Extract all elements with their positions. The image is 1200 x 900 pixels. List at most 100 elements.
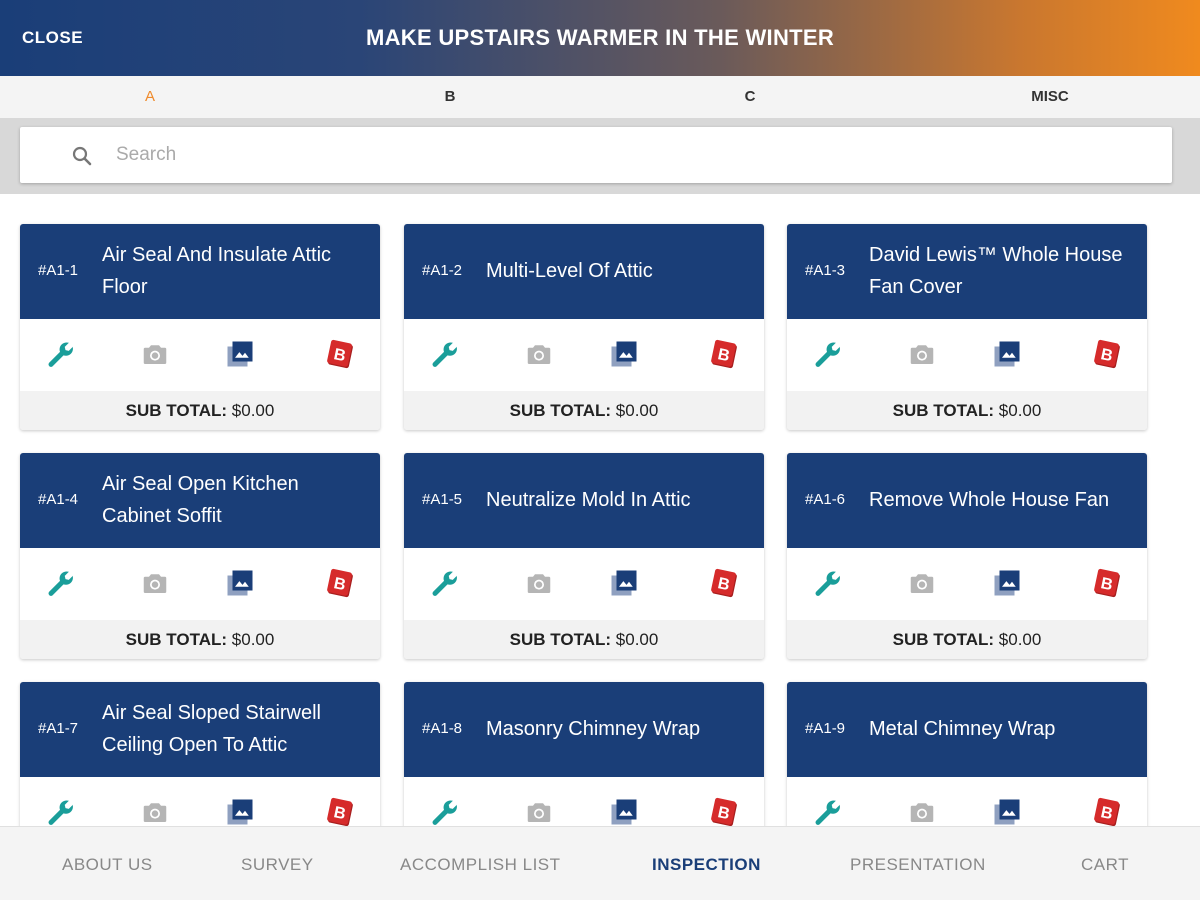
item-title: Air Seal Sloped Stairwell Ceiling Open T… — [102, 702, 321, 756]
b-badge-icon[interactable]: B — [1092, 568, 1122, 598]
nav-about-us[interactable]: ABOUT US — [62, 855, 153, 875]
item-card[interactable]: #A1-1 Air Seal And Insulate Attic Floor B S… — [20, 224, 380, 430]
subtotal-label: SUB TOTAL: — [509, 630, 612, 649]
item-code: #A1-5 — [422, 491, 463, 508]
subtotal-row: SUB TOTAL: $0.00 — [787, 391, 1147, 430]
camera-icon[interactable] — [140, 568, 170, 598]
tab-b[interactable]: B — [300, 76, 600, 118]
subtotal-row: SUB TOTAL: $0.00 — [20, 620, 380, 659]
gallery-icon[interactable] — [225, 568, 255, 598]
card-header[interactable]: #A1-1 Air Seal And Insulate Attic Floor — [20, 224, 380, 319]
item-code: #A1-8 — [422, 720, 463, 737]
card-header[interactable]: #A1-4 Air Seal Open Kitchen Cabinet Soffi… — [20, 453, 380, 548]
b-badge-icon[interactable]: B — [709, 568, 739, 598]
wrench-icon[interactable] — [430, 797, 460, 827]
card-header[interactable]: #A1-5 Neutralize Mold In Attic — [404, 453, 764, 548]
subtotal-label: SUB TOTAL: — [125, 630, 228, 649]
card-actions: B — [787, 319, 1147, 391]
subtotal-value: $0.00 — [998, 401, 1042, 420]
wrench-icon[interactable] — [46, 797, 76, 827]
wrench-icon[interactable] — [430, 568, 460, 598]
item-card[interactable]: #A1-6 Remove Whole House Fan B SUB TOTAL: $… — [787, 453, 1147, 659]
item-title: Air Seal Open Kitchen Cabinet Soffit — [102, 473, 299, 527]
wrench-icon[interactable] — [813, 797, 843, 827]
b-badge-icon[interactable]: B — [1092, 797, 1122, 827]
gallery-icon[interactable] — [609, 797, 639, 827]
b-badge-icon[interactable]: B — [325, 568, 355, 598]
nav-cart[interactable]: CART — [1081, 855, 1129, 875]
card-header[interactable]: #A1-2 Multi-Level Of Attic — [404, 224, 764, 319]
wrench-icon[interactable] — [46, 339, 76, 369]
tab-misc[interactable]: MISC — [900, 76, 1200, 118]
gallery-icon[interactable] — [609, 568, 639, 598]
item-code: #A1-2 — [422, 262, 463, 279]
item-title: David Lewis™ Whole House Fan Cover — [869, 244, 1123, 298]
camera-icon[interactable] — [140, 339, 170, 369]
b-badge-icon[interactable]: B — [325, 339, 355, 369]
card-header[interactable]: #A1-3 David Lewis™ Whole House Fan Cover — [787, 224, 1147, 319]
camera-icon[interactable] — [140, 797, 170, 827]
camera-icon[interactable] — [524, 568, 554, 598]
tab-c[interactable]: C — [600, 76, 900, 118]
item-title: Multi-Level Of Attic — [486, 260, 653, 282]
search-input[interactable] — [116, 137, 1116, 173]
search-box[interactable] — [20, 127, 1172, 183]
item-card[interactable]: #A1-5 Neutralize Mold In Attic B SUB TOTAL:… — [404, 453, 764, 659]
gallery-icon[interactable] — [225, 339, 255, 369]
wrench-icon[interactable] — [46, 568, 76, 598]
subtotal-label: SUB TOTAL: — [509, 401, 612, 420]
subtotal-label: SUB TOTAL: — [892, 401, 995, 420]
subtotal-value: $0.00 — [615, 401, 659, 420]
card-actions: B — [404, 548, 764, 620]
subtotal-row: SUB TOTAL: $0.00 — [404, 620, 764, 659]
card-actions: B — [20, 319, 380, 391]
item-code: #A1-6 — [805, 491, 846, 508]
bottom-navigation: ABOUT US SURVEY ACCOMPLISH LIST INSPECTI… — [0, 826, 1200, 900]
subtotal-value: $0.00 — [615, 630, 659, 649]
nav-presentation[interactable]: PRESENTATION — [850, 855, 986, 875]
gallery-icon[interactable] — [992, 339, 1022, 369]
b-badge-icon[interactable]: B — [709, 797, 739, 827]
camera-icon[interactable] — [524, 339, 554, 369]
subtotal-row: SUB TOTAL: $0.00 — [404, 391, 764, 430]
nav-inspection[interactable]: INSPECTION — [652, 855, 761, 875]
camera-icon[interactable] — [907, 568, 937, 598]
item-title: Metal Chimney Wrap — [869, 718, 1056, 740]
camera-icon[interactable] — [907, 339, 937, 369]
card-header[interactable]: #A1-8 Masonry Chimney Wrap — [404, 682, 764, 777]
b-badge-icon[interactable]: B — [325, 797, 355, 827]
item-title: Air Seal And Insulate Attic Floor — [102, 244, 332, 298]
gallery-icon[interactable] — [225, 797, 255, 827]
card-actions: B — [404, 319, 764, 391]
card-header[interactable]: #A1-7 Air Seal Sloped Stairwell Ceiling O… — [20, 682, 380, 777]
item-card[interactable]: #A1-3 David Lewis™ Whole House Fan Cover B… — [787, 224, 1147, 430]
item-title: Masonry Chimney Wrap — [486, 718, 701, 740]
subtotal-label: SUB TOTAL: — [125, 401, 228, 420]
subtotal-label: SUB TOTAL: — [892, 630, 995, 649]
gallery-icon[interactable] — [992, 568, 1022, 598]
gallery-icon[interactable] — [609, 339, 639, 369]
subtotal-row: SUB TOTAL: $0.00 — [20, 391, 380, 430]
b-badge-icon[interactable]: B — [709, 339, 739, 369]
item-title: Neutralize Mold In Attic — [486, 489, 691, 511]
app-screen: CLOSE MAKE UPSTAIRS WARMER IN THE WINTER… — [0, 0, 1200, 900]
card-header[interactable]: #A1-9 Metal Chimney Wrap — [787, 682, 1147, 777]
camera-icon[interactable] — [524, 797, 554, 827]
subtotal-value: $0.00 — [231, 630, 275, 649]
subtotal-value: $0.00 — [231, 401, 275, 420]
wrench-icon[interactable] — [813, 568, 843, 598]
nav-survey[interactable]: SURVEY — [241, 855, 314, 875]
nav-accomplish-list[interactable]: ACCOMPLISH LIST — [400, 855, 561, 875]
b-badge-icon[interactable]: B — [1092, 339, 1122, 369]
item-code: #A1-1 — [38, 262, 79, 279]
card-header[interactable]: #A1-6 Remove Whole House Fan — [787, 453, 1147, 548]
item-card[interactable]: #A1-4 Air Seal Open Kitchen Cabinet Soffi… — [20, 453, 380, 659]
item-code: #A1-9 — [805, 720, 846, 737]
tab-a[interactable]: A — [0, 76, 300, 118]
wrench-icon[interactable] — [430, 339, 460, 369]
camera-icon[interactable] — [907, 797, 937, 827]
category-tabs: A B C MISC — [0, 76, 1200, 118]
wrench-icon[interactable] — [813, 339, 843, 369]
gallery-icon[interactable] — [992, 797, 1022, 827]
item-card[interactable]: #A1-2 Multi-Level Of Attic B SUB TOTAL: $0.… — [404, 224, 764, 430]
